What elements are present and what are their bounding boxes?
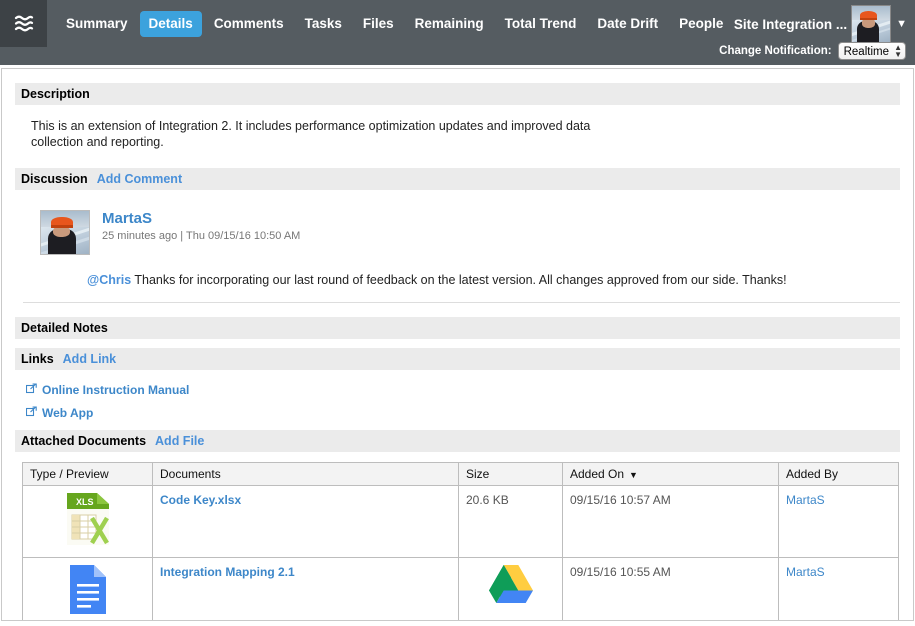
column-size[interactable]: Size <box>459 463 563 486</box>
change-notification-value: Realtime <box>844 46 889 58</box>
tab-people[interactable]: People <box>670 11 732 37</box>
links-heading: Links <box>21 352 54 366</box>
cell-added-on: 09/15/16 10:55 AM <box>563 558 779 622</box>
add-link-link[interactable]: Add Link <box>63 352 116 366</box>
description-body: This is an extension of Integration 2. I… <box>15 118 610 150</box>
project-selector[interactable]: Site Integration ... ▼ <box>734 5 907 43</box>
external-link-icon <box>26 383 37 397</box>
link-label: Online Instruction Manual <box>42 383 189 397</box>
comment-author[interactable]: MartaS <box>102 210 300 227</box>
chevron-down-icon[interactable]: ▼ <box>896 18 907 30</box>
add-file-link[interactable]: Add File <box>155 434 204 448</box>
column-type-preview[interactable]: Type / Preview <box>23 463 153 486</box>
tab-files[interactable]: Files <box>354 11 403 37</box>
change-notification-row: Change Notification: Realtime ▲▼ <box>719 42 906 60</box>
comment-avatar[interactable] <box>40 210 90 255</box>
cell-type-preview[interactable]: XLS <box>23 486 153 558</box>
link-item-online-instruction-manual[interactable]: Online Instruction Manual <box>26 383 913 397</box>
tab-details[interactable]: Details <box>140 11 202 37</box>
tab-comments[interactable]: Comments <box>205 11 293 37</box>
svg-text:XLS: XLS <box>76 497 94 507</box>
tab-tasks[interactable]: Tasks <box>296 11 351 37</box>
section-header-attached-documents: Attached Documents Add File <box>15 430 900 452</box>
change-notification-label: Change Notification: <box>719 45 831 57</box>
avatar-photo <box>852 6 890 42</box>
add-comment-link[interactable]: Add Comment <box>97 172 182 186</box>
mention-link[interactable]: @Chris <box>87 273 131 287</box>
comment-item: MartaS 25 minutes ago | Thu 09/15/16 10:… <box>40 210 913 255</box>
tab-remaining[interactable]: Remaining <box>406 11 493 37</box>
comment-body-text: Thanks for incorporating our last round … <box>131 273 786 287</box>
discussion-heading: Discussion <box>21 172 88 186</box>
main-nav: Summary Details Comments Tasks Files Rem… <box>57 0 735 47</box>
detailed-notes-heading: Detailed Notes <box>21 321 108 335</box>
divider <box>23 302 900 303</box>
cell-document: Integration Mapping 2.1 <box>153 558 459 622</box>
tab-summary[interactable]: Summary <box>57 11 137 37</box>
tab-total-trend[interactable]: Total Trend <box>496 11 586 37</box>
attached-documents-heading: Attached Documents <box>21 434 146 448</box>
google-docs-icon <box>68 563 108 616</box>
added-by-link[interactable]: MartaS <box>786 565 825 579</box>
description-heading: Description <box>21 87 90 101</box>
table-row: XLS Code Key.xlsx 20.6 KB 09/15/16 10:57… <box>23 486 899 558</box>
cell-added-on: 09/15/16 10:57 AM <box>563 486 779 558</box>
cell-size: 20.6 KB <box>459 486 563 558</box>
added-by-link[interactable]: MartaS <box>786 493 825 507</box>
link-label: Web App <box>42 406 93 420</box>
document-link[interactable]: Integration Mapping 2.1 <box>160 565 295 579</box>
wave-menu-icon <box>14 15 34 32</box>
document-link[interactable]: Code Key.xlsx <box>160 493 241 507</box>
stepper-arrows-icon: ▲▼ <box>894 44 902 58</box>
avatar[interactable] <box>851 5 891 43</box>
comment-avatar-photo <box>41 211 89 254</box>
google-drive-icon <box>489 563 533 603</box>
comment-meta: MartaS 25 minutes ago | Thu 09/15/16 10:… <box>102 210 300 242</box>
column-documents[interactable]: Documents <box>153 463 459 486</box>
xls-file-icon: XLS <box>65 491 111 547</box>
section-header-links: Links Add Link <box>15 348 900 370</box>
section-header-detailed-notes: Detailed Notes <box>15 317 900 339</box>
cell-type-preview[interactable] <box>23 558 153 622</box>
column-added-on-label: Added On <box>570 467 624 481</box>
table-row: Integration Mapping 2.1 09/15/16 10:55 A… <box>23 558 899 622</box>
cell-added-by: MartaS <box>779 558 899 622</box>
content-panel: Description This is an extension of Inte… <box>1 68 914 621</box>
section-header-discussion: Discussion Add Comment <box>15 168 900 190</box>
cell-document: Code Key.xlsx <box>153 486 459 558</box>
comment-body: @Chris Thanks for incorporating our last… <box>87 273 913 287</box>
link-item-web-app[interactable]: Web App <box>26 406 913 420</box>
column-added-on[interactable]: Added On ▼ <box>563 463 779 486</box>
menu-button[interactable] <box>0 0 47 47</box>
attached-documents-table: Type / Preview Documents Size Added On▼ … <box>22 462 899 621</box>
external-link-icon <box>26 406 37 420</box>
column-added-by[interactable]: Added By <box>779 463 899 486</box>
change-notification-select[interactable]: Realtime ▲▼ <box>838 42 906 60</box>
tab-date-drift[interactable]: Date Drift <box>588 11 667 37</box>
section-header-description: Description <box>15 83 900 105</box>
cell-size <box>459 558 563 622</box>
cell-added-by: MartaS <box>779 486 899 558</box>
top-bar: Summary Details Comments Tasks Files Rem… <box>0 0 915 65</box>
project-title: Site Integration ... <box>734 17 847 32</box>
table-header-row: Type / Preview Documents Size Added On▼ … <box>23 463 899 486</box>
sort-desc-icon: ▼ <box>629 470 638 480</box>
comment-timestamp: 25 minutes ago | Thu 09/15/16 10:50 AM <box>102 230 300 242</box>
